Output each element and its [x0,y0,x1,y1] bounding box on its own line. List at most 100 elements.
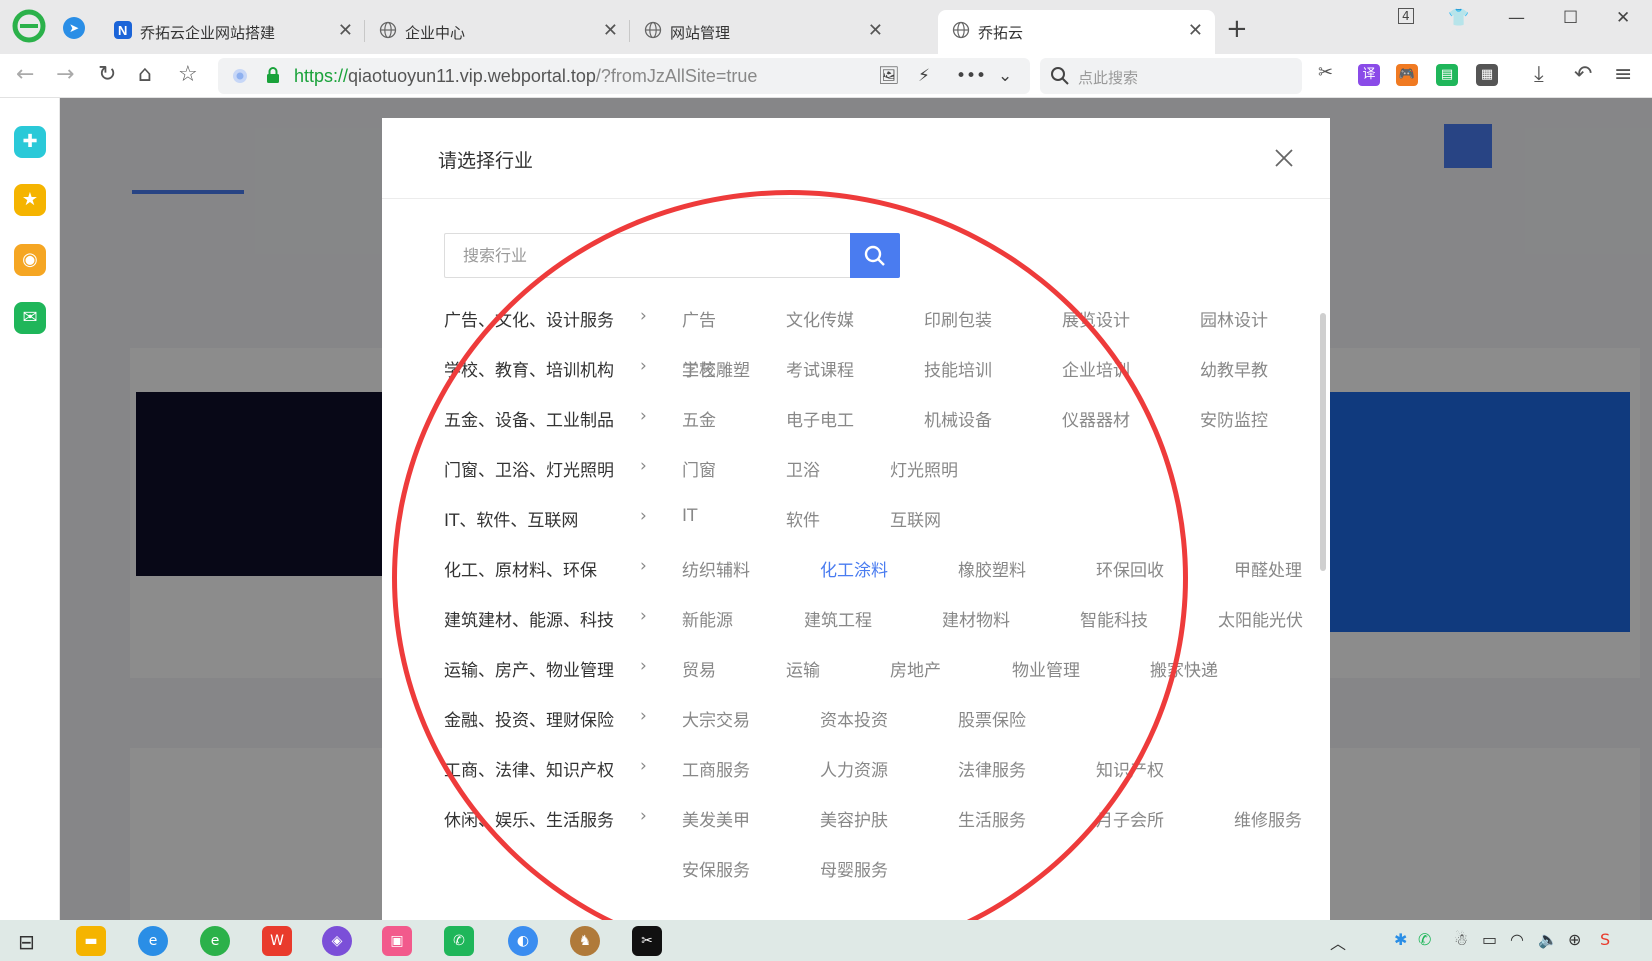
subcategory-item[interactable]: 房地产 [890,656,941,681]
tab-site-management[interactable]: 网站管理 ✕ [630,10,895,54]
tray-app-icon[interactable]: ✱ [1394,930,1407,949]
subcategory-item[interactable]: 园林设计 [1200,306,1268,331]
menu-icon[interactable]: ≡ [1614,62,1632,87]
tab-count-badge[interactable]: 4 [1398,8,1414,24]
tab-enterprise-center[interactable]: 企业中心 ✕ [365,10,630,54]
subcategory-item[interactable]: 软件 [786,506,820,531]
tray-wechat-icon[interactable]: ✆ [1418,930,1431,949]
app-purple-icon[interactable]: ◈ [322,926,352,956]
subcategory-item[interactable]: 互联网 [890,506,941,531]
battery-icon[interactable]: ▭ [1482,930,1497,949]
subcategory-item[interactable]: 门窗 [682,456,716,481]
subcategory-item[interactable]: 美容护肤 [820,806,888,831]
modal-scrollbar[interactable] [1320,313,1326,571]
subcategory-item[interactable]: 技能培训 [924,356,992,381]
subcategory-item[interactable]: 卫浴 [786,456,820,481]
category-name[interactable]: 五金、设备、工业制品 [444,406,614,431]
wechat-icon[interactable]: ✆ [444,926,474,956]
subcategory-item[interactable]: 学校 [682,356,716,381]
subcategory-item[interactable]: 甲醛处理 [1234,556,1302,581]
undo-icon[interactable]: ↶ [1574,62,1592,87]
subcategory-item[interactable]: 电子电工 [786,406,854,431]
download-icon[interactable]: ⤓ [1534,62,1544,87]
sidebar-app-icon[interactable]: ✚ [14,126,46,158]
gamepad-icon[interactable]: 🎮 [1396,64,1418,86]
subcategory-item[interactable]: IT [682,506,697,526]
subcategory-item[interactable]: 广告 [682,306,716,331]
task-view-icon[interactable]: ⊟ [18,930,35,954]
tab-close-icon[interactable]: ✕ [1188,20,1203,41]
subcategory-item[interactable]: 展览设计 [1062,306,1130,331]
subcategory-item[interactable]: 安保服务 [682,856,750,881]
subcategory-item[interactable]: 月子会所 [1096,806,1164,831]
category-name[interactable]: 学校、教育、培训机构 [444,356,614,381]
industry-search-button[interactable] [850,233,900,278]
maximize-icon[interactable]: ☐ [1563,8,1578,28]
subcategory-item[interactable]: 大宗交易 [682,706,750,731]
window-close-icon[interactable]: ✕ [1616,8,1630,28]
subcategory-item[interactable]: 母婴服务 [820,856,888,881]
subcategory-item[interactable]: 化工涂料 [820,556,888,581]
category-name[interactable]: 广告、文化、设计服务 [444,306,614,331]
subcategory-item[interactable]: 维修服务 [1234,806,1302,831]
category-name[interactable]: 门窗、卫浴、灯光照明 [444,456,614,481]
back-arrow-icon[interactable]: ← [16,62,34,87]
wps-icon[interactable]: W [262,926,292,956]
book-icon[interactable]: ▤ [1436,64,1458,86]
file-explorer-icon[interactable]: ▬ [76,926,106,956]
subcategory-item[interactable]: 新能源 [682,606,733,631]
tab-qiaotuoyun-active[interactable]: 乔拓云 ✕ [938,10,1215,54]
browser-search-box[interactable]: 点此搜索 [1040,58,1302,94]
subcategory-item[interactable]: 工商服务 [682,756,750,781]
subcategory-item[interactable]: 机械设备 [924,406,992,431]
tab-close-icon[interactable]: ✕ [338,20,353,41]
subcategory-item[interactable]: 灯光照明 [890,456,958,481]
chevron-down-icon[interactable]: ⌄ [998,66,1012,86]
send-icon[interactable]: ➤ [63,17,85,39]
chevron-right-icon[interactable]: › [640,406,647,426]
ime-icon[interactable]: ⊕ [1568,930,1581,949]
apps-grid-icon[interactable]: ▦ [1476,64,1498,86]
subcategory-item[interactable]: 美发美甲 [682,806,750,831]
sidebar-star-icon[interactable]: ★ [14,184,46,216]
chevron-right-icon[interactable]: › [640,656,647,676]
chevron-right-icon[interactable]: › [640,756,647,776]
subcategory-item[interactable]: 建筑工程 [804,606,872,631]
subcategory-item[interactable]: 五金 [682,406,716,431]
reload-icon[interactable]: ↻ [98,62,116,87]
subcategory-item[interactable]: 贸易 [682,656,716,681]
subcategory-item[interactable]: 建材物料 [942,606,1010,631]
category-name[interactable]: 建筑建材、能源、科技 [444,606,614,631]
subcategory-item[interactable]: 考试课程 [786,356,854,381]
tab-close-icon[interactable]: ✕ [603,20,618,41]
more-dots-icon[interactable]: ••• [956,66,986,86]
tab-qiaotuoyun-builder[interactable]: N 乔拓云企业网站搭建 ✕ [100,10,365,54]
subcategory-item[interactable]: 仪器器材 [1062,406,1130,431]
subcategory-item[interactable]: 企业培训 [1062,356,1130,381]
chevron-right-icon[interactable]: › [640,506,647,526]
edge-browser-icon[interactable]: e [138,926,168,956]
chevron-right-icon[interactable]: › [640,456,647,476]
subcategory-item[interactable]: 文化传媒 [786,306,854,331]
home-icon[interactable]: ⌂ [138,62,152,87]
chevron-right-icon[interactable]: › [640,806,647,826]
tray-qq-icon[interactable]: ☃ [1454,930,1468,949]
subcategory-item[interactable]: 橡胶塑料 [958,556,1026,581]
subcategory-item[interactable]: 资本投资 [820,706,888,731]
chevron-right-icon[interactable]: › [640,556,647,576]
category-name[interactable]: 休闲、娱乐、生活服务 [444,806,614,831]
360-browser-icon[interactable]: e [200,926,230,956]
sidebar-weibo-icon[interactable]: ◉ [14,244,46,276]
category-name[interactable]: IT、软件、互联网 [444,506,578,531]
subcategory-item[interactable]: 生活服务 [958,806,1026,831]
capcut-icon[interactable]: ✂ [632,926,662,956]
close-icon[interactable] [1272,146,1296,170]
new-tab-plus-icon[interactable]: + [1226,14,1248,44]
image-icon[interactable]: 🖼 [878,66,900,86]
category-name[interactable]: 工商、法律、知识产权 [444,756,614,781]
subcategory-item[interactable]: 安防监控 [1200,406,1268,431]
subcategory-item[interactable]: 搬家快递 [1150,656,1218,681]
app-pink-icon[interactable]: ▣ [382,926,412,956]
subcategory-item[interactable]: 知识产权 [1096,756,1164,781]
subcategory-item[interactable]: 印刷包装 [924,306,992,331]
